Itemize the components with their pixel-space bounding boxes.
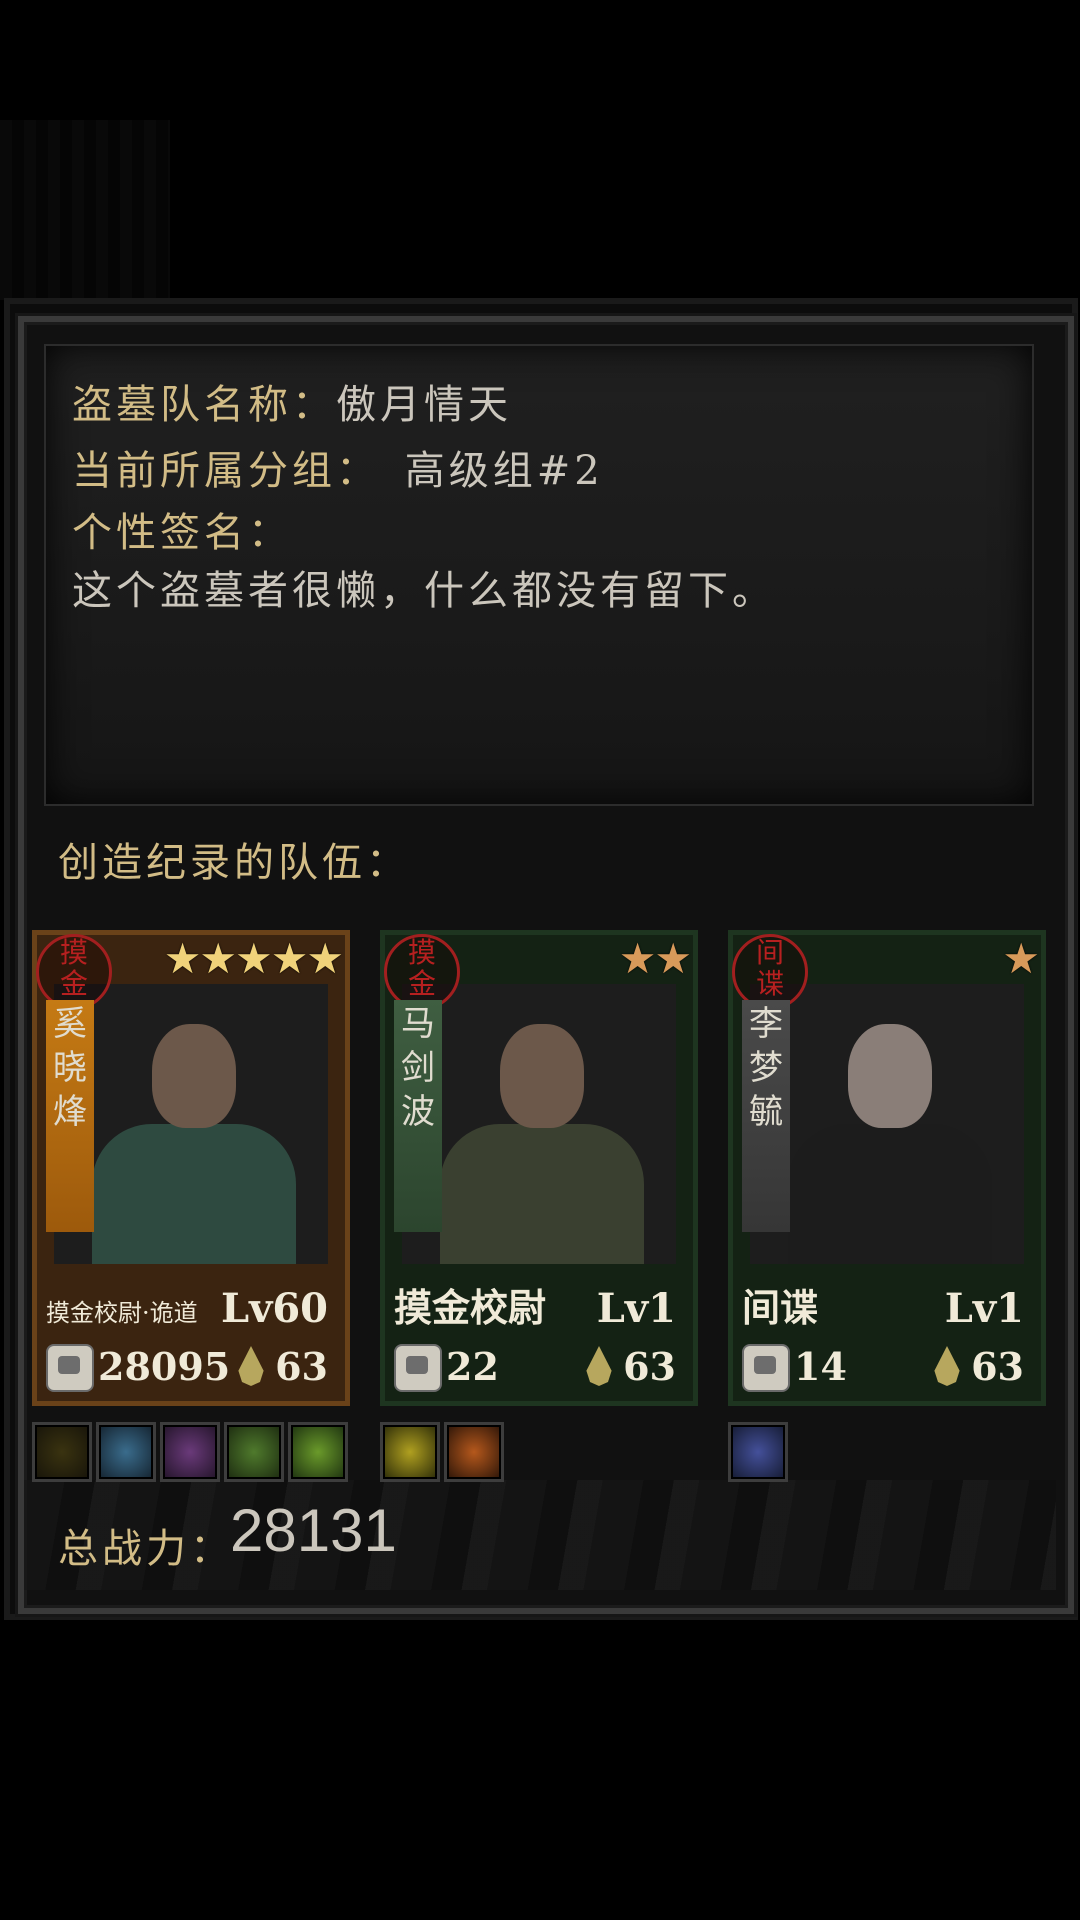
- stat-row: 22 63: [394, 1344, 694, 1394]
- total-power-label: 总战力：: [58, 1526, 234, 1572]
- signature-value: 这个盗墓者很懒，什么都没有留下。: [72, 568, 776, 614]
- blue-figure-icon[interactable]: [728, 1422, 788, 1482]
- team-name-row: 盗墓队名称：傲月情天: [72, 372, 512, 430]
- power-value: 14: [794, 1344, 847, 1389]
- green-armor-icon[interactable]: [224, 1422, 284, 1482]
- group-label: 当前所属分组：: [72, 448, 380, 494]
- stamina-value: 63: [623, 1344, 676, 1389]
- drop-icon: [238, 1346, 264, 1386]
- member-name-banner: 马剑波: [394, 1000, 442, 1232]
- stamina-value: 63: [971, 1344, 1024, 1389]
- shadow-face-icon[interactable]: [32, 1422, 92, 1482]
- class-name: 摸金校尉: [394, 1285, 547, 1330]
- class-badge: 摸金: [36, 934, 112, 1010]
- team-info-box: 盗墓队名称：傲月情天 当前所属分组： 高级组#2 个性签名： 这个盗墓者很懒，什…: [44, 344, 1034, 806]
- team-name-value: 傲月情天: [336, 382, 512, 428]
- group-row: 当前所属分组： 高级组#2: [72, 438, 604, 496]
- class-level-row: 间谍 Lv1: [742, 1285, 1042, 1332]
- total-power-value: 28131: [230, 1497, 397, 1564]
- class-badge: 摸金: [384, 934, 460, 1010]
- stamina-value: 63: [275, 1344, 328, 1389]
- background-decoration: [0, 120, 170, 300]
- fist-icon: [742, 1344, 790, 1392]
- member-name-banner: 奚晓烽: [46, 1000, 94, 1232]
- member-card-2[interactable]: 摸金 马剑波 ★★ 摸金校尉 Lv1 22 63: [380, 930, 698, 1406]
- level: Lv1: [596, 1285, 676, 1332]
- class-level-row: 摸金校尉·诡道 Lv60: [46, 1285, 346, 1332]
- member-portrait: [750, 984, 1024, 1264]
- class-badge: 间谍: [732, 934, 808, 1010]
- green-figure-icon[interactable]: [288, 1422, 348, 1482]
- fist-icon: [46, 1344, 94, 1392]
- member-card-1[interactable]: 摸金 奚晓烽 ★★★★★ 摸金校尉·诡道 Lv60 28095 63: [32, 930, 350, 1406]
- fist-icon: [394, 1344, 442, 1392]
- blue-totem-icon[interactable]: [96, 1422, 156, 1482]
- star-rating: ★: [1002, 934, 1040, 983]
- level: Lv60: [220, 1285, 328, 1332]
- team-name-label: 盗墓队名称：: [72, 382, 336, 428]
- drop-icon: [586, 1346, 612, 1386]
- class-level-row: 摸金校尉 Lv1: [394, 1285, 694, 1332]
- star-rating: ★★★★★: [163, 934, 344, 983]
- group-value: 高级组#2: [404, 448, 604, 494]
- stat-row: 14 63: [742, 1344, 1042, 1394]
- purple-beast-icon[interactable]: [160, 1422, 220, 1482]
- power-value: 22: [446, 1344, 499, 1389]
- drop-icon: [934, 1346, 960, 1386]
- records-title: 创造纪录的队伍：: [58, 840, 410, 886]
- star-rating: ★★: [618, 934, 692, 983]
- class-name: 间谍: [742, 1285, 819, 1330]
- signature-label: 个性签名：: [72, 510, 292, 556]
- crossed-blades-icon[interactable]: [380, 1422, 440, 1482]
- level: Lv1: [944, 1285, 1024, 1332]
- member-portrait: [54, 984, 328, 1264]
- member-card-3[interactable]: 间谍 李梦毓 ★ 间谍 Lv1 14 63: [728, 930, 1046, 1406]
- fire-pot-icon[interactable]: [444, 1422, 504, 1482]
- power-value: 28095: [98, 1344, 231, 1389]
- class-name: 摸金校尉·诡道: [46, 1299, 198, 1327]
- member-portrait: [402, 984, 676, 1264]
- stat-row: 28095 63: [46, 1344, 346, 1394]
- member-name-banner: 李梦毓: [742, 1000, 790, 1232]
